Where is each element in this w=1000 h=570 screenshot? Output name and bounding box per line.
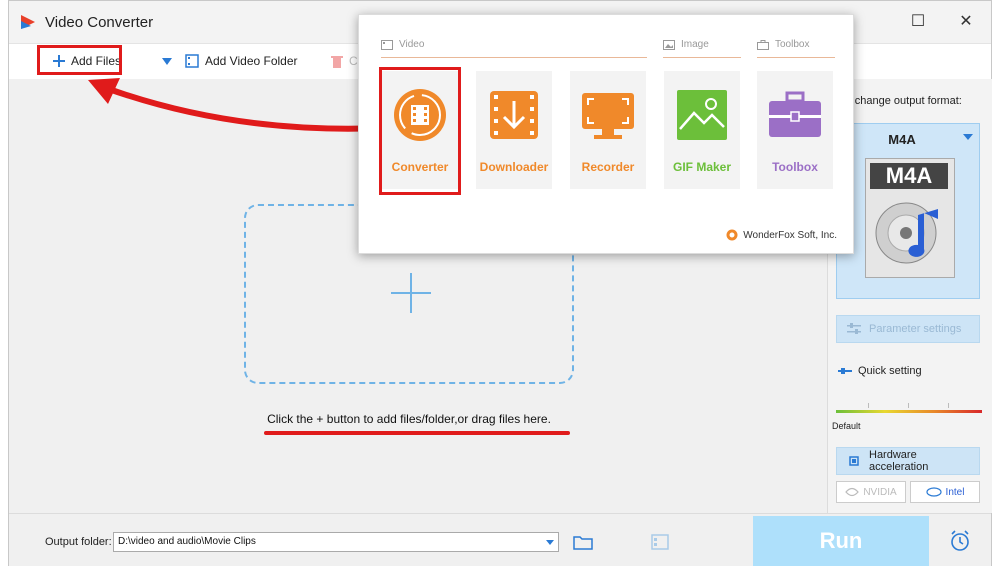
converter-highlight-annotation — [379, 67, 461, 195]
output-folder-value: D:\video and audio\Movie Clips — [118, 536, 256, 547]
chip-icon — [849, 456, 859, 466]
slider-tick — [948, 403, 949, 408]
audio-disc-icon — [875, 202, 938, 264]
sliders-icon — [847, 323, 861, 334]
add-video-folder-label: Add Video Folder — [205, 54, 298, 68]
slider-tick — [868, 403, 869, 408]
toolbox-section-divider — [757, 57, 835, 58]
intel-logo-icon — [925, 487, 942, 497]
app-title: Video Converter — [45, 14, 154, 31]
dropzone-hint: Click the + button to add files/folder,o… — [267, 412, 551, 426]
format-dropdown-icon[interactable] — [963, 134, 973, 140]
toolbox-tile[interactable]: Toolbox — [757, 71, 833, 189]
m4a-icon-label: M4A — [870, 163, 948, 189]
section-video: Video — [381, 39, 424, 50]
dropzone-plus-icon-vertical[interactable] — [410, 273, 412, 313]
quick-setting-label: Quick setting — [858, 365, 922, 377]
gif-maker-icon — [677, 90, 727, 140]
add-video-folder-button[interactable]: Add Video Folder — [185, 54, 298, 68]
run-button[interactable]: Run — [753, 516, 929, 566]
wonderfox-logo-icon — [726, 229, 738, 241]
toolbox-icon — [769, 91, 821, 137]
brand-footer: WonderFox Soft, Inc. — [726, 229, 837, 241]
m4a-format-icon: M4A — [865, 158, 955, 278]
gif-maker-label: GIF Maker — [672, 160, 732, 174]
add-files-dropdown-icon[interactable] — [162, 58, 172, 66]
section-toolbox: Toolbox — [757, 39, 809, 50]
alarm-clock-icon[interactable] — [949, 530, 971, 552]
hint-underline-annotation — [264, 431, 570, 435]
output-folder-dropdown-icon[interactable] — [546, 540, 554, 545]
parameter-settings-label: Parameter settings — [869, 323, 962, 335]
image-section-icon — [663, 39, 675, 50]
red-arrow-annotation — [88, 78, 384, 132]
quick-setting-toggle[interactable]: Quick setting — [838, 365, 922, 377]
format-name: M4A — [888, 132, 916, 147]
brand-label: WonderFox Soft, Inc. — [743, 229, 837, 241]
output-folder-input[interactable]: D:\video and audio\Movie Clips — [113, 532, 559, 552]
clear-button[interactable]: C — [331, 54, 358, 68]
recorder-label: Recorder — [581, 160, 635, 174]
video-section-icon — [381, 39, 393, 50]
app-logo-icon — [21, 15, 35, 29]
open-folder-icon[interactable] — [573, 534, 593, 550]
intel-label: Intel — [945, 486, 965, 498]
recorder-icon — [582, 93, 634, 139]
app-launcher-popup: Video Image Toolbox Converter Downloader… — [358, 14, 854, 254]
quick-setting-icon — [838, 368, 852, 374]
bottom-bar: Output folder: D:\video and audio\Movie … — [9, 513, 991, 566]
downloader-label: Downloader — [479, 160, 549, 174]
intel-button[interactable]: Intel — [910, 481, 980, 503]
clear-label: C — [349, 54, 358, 68]
nvidia-label: NVIDIA — [863, 486, 897, 498]
slider-default-label: Default — [832, 421, 861, 431]
maximize-button[interactable]: ☐ — [903, 11, 933, 35]
parameter-settings-button[interactable]: Parameter settings — [836, 315, 980, 343]
close-button[interactable]: ✕ — [951, 11, 981, 35]
toolbox-label: Toolbox — [772, 160, 818, 174]
video-folder-icon — [185, 54, 199, 68]
output-format-selector[interactable]: M4A M4A — [836, 123, 980, 299]
output-folder-label: Output folder: — [45, 536, 112, 548]
downloader-icon — [490, 91, 538, 139]
hardware-acceleration-button[interactable]: Hardware acceleration — [836, 447, 980, 475]
image-section-divider — [663, 57, 741, 58]
folder-list-icon[interactable] — [651, 534, 669, 550]
section-image: Image — [663, 39, 709, 50]
quality-slider[interactable] — [836, 410, 982, 413]
hardware-acceleration-label: Hardware acceleration — [869, 449, 929, 473]
toolbox-section-icon — [757, 39, 769, 50]
downloader-tile[interactable]: Downloader — [476, 71, 552, 189]
trash-icon — [331, 55, 343, 68]
video-section-divider — [381, 57, 647, 58]
slider-tick — [908, 403, 909, 408]
gif-maker-tile[interactable]: GIF Maker — [664, 71, 740, 189]
recorder-tile[interactable]: Recorder — [570, 71, 646, 189]
nvidia-button[interactable]: NVIDIA — [836, 481, 906, 503]
nvidia-logo-icon — [845, 487, 860, 497]
